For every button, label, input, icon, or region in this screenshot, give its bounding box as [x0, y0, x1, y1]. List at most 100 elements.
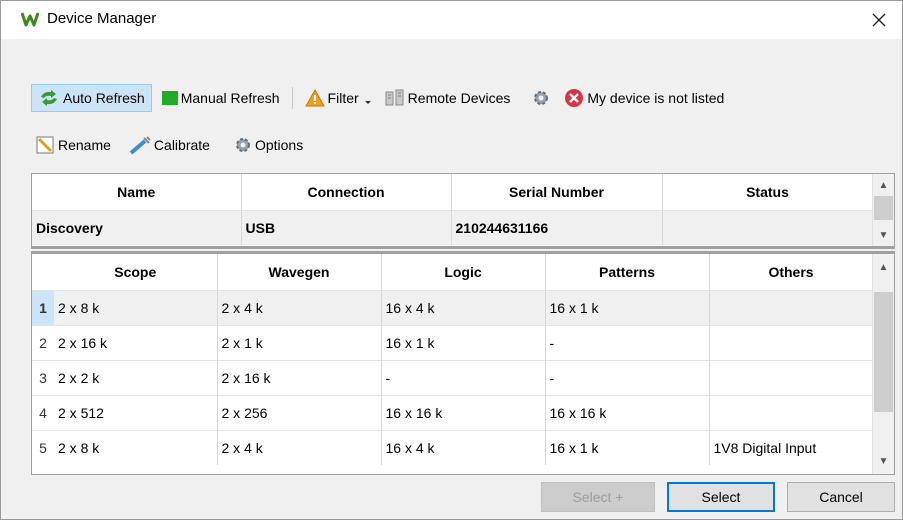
- remote-devices-label: Remote Devices: [407, 90, 511, 106]
- scroll-down-icon[interactable]: ▼: [873, 226, 894, 244]
- waveforms-w-icon: [21, 12, 39, 27]
- scope-cell[interactable]: 2 x 2 k: [54, 359, 218, 395]
- warning-triangle-icon: [304, 89, 325, 107]
- patterns-cell[interactable]: 16 x 1 k: [545, 429, 710, 465]
- refresh-arrows-icon: [41, 90, 57, 106]
- device-not-listed-label: My device is not listed: [587, 90, 725, 106]
- column-header-logic[interactable]: Logic: [381, 254, 546, 290]
- column-header-connection[interactable]: Connection: [241, 174, 452, 210]
- toolbar-separator: [291, 87, 293, 109]
- cancel-button[interactable]: Cancel: [787, 482, 895, 512]
- column-header-others[interactable]: Others: [709, 254, 874, 290]
- patterns-cell[interactable]: -: [545, 359, 710, 395]
- manual-refresh-button[interactable]: Manual Refresh: [158, 84, 284, 112]
- config-table-header: Scope Wavegen Logic Patterns Others: [32, 254, 874, 290]
- logic-cell[interactable]: 16 x 4 k: [381, 289, 546, 325]
- scroll-thumb[interactable]: [874, 196, 893, 220]
- rename-button[interactable]: Rename: [31, 131, 115, 159]
- green-square-icon: [161, 91, 178, 105]
- remote-devices-button[interactable]: Remote Devices: [381, 84, 515, 112]
- column-header-wavegen[interactable]: Wavegen: [217, 254, 382, 290]
- config-table-scrollbar[interactable]: ▲ ▼: [872, 254, 894, 474]
- table-row[interactable]: 5 2 x 8 k 2 x 4 k 16 x 4 k 16 x 1 k 1V8 …: [32, 429, 874, 465]
- table-row[interactable]: 1 2 x 8 k 2 x 4 k 16 x 4 k 16 x 1 k: [32, 289, 874, 325]
- patterns-cell[interactable]: 16 x 1 k: [545, 289, 710, 325]
- row-number-header: [32, 254, 54, 290]
- calibrate-tool-icon: [129, 136, 151, 155]
- scroll-up-icon[interactable]: ▲: [873, 176, 894, 194]
- table-row[interactable]: 3 2 x 2 k 2 x 16 k - -: [32, 359, 874, 395]
- calibrate-button[interactable]: Calibrate: [125, 131, 214, 159]
- others-cell[interactable]: 1V8 Digital Input: [709, 429, 874, 465]
- device-name-cell[interactable]: Discovery: [32, 209, 242, 245]
- table-row[interactable]: 2 2 x 16 k 2 x 1 k 16 x 1 k -: [32, 324, 874, 360]
- logic-cell[interactable]: 16 x 16 k: [381, 394, 546, 430]
- options-gear-icon: [235, 138, 250, 152]
- device-status-cell[interactable]: [662, 209, 874, 245]
- wavegen-cell[interactable]: 2 x 4 k: [217, 429, 382, 465]
- scroll-thumb[interactable]: [874, 292, 893, 412]
- device-connection-cell[interactable]: USB: [241, 209, 452, 245]
- others-cell[interactable]: [709, 394, 874, 430]
- column-header-name[interactable]: Name: [32, 174, 242, 210]
- device-table-scrollbar[interactable]: ▲ ▼: [872, 174, 894, 246]
- patterns-cell[interactable]: -: [545, 324, 710, 360]
- device-not-listed-button[interactable]: My device is not listed: [560, 84, 728, 112]
- column-header-scope[interactable]: Scope: [54, 254, 218, 290]
- device-serial-cell[interactable]: 210244631166: [451, 209, 663, 245]
- scroll-down-icon[interactable]: ▼: [873, 452, 894, 470]
- toolbar-secondary: Rename Calibrate Options: [31, 131, 307, 159]
- column-header-status[interactable]: Status: [662, 174, 874, 210]
- others-cell[interactable]: [709, 289, 874, 325]
- filter-button[interactable]: Filter: [301, 84, 377, 112]
- dropdown-arrow-icon: [364, 101, 371, 104]
- wavegen-cell[interactable]: 2 x 256: [217, 394, 382, 430]
- logic-cell[interactable]: -: [381, 359, 546, 395]
- title-bar: Device Manager: [1, 1, 902, 39]
- scope-cell[interactable]: 2 x 8 k: [54, 289, 218, 325]
- window-title: Device Manager: [47, 10, 157, 27]
- column-header-patterns[interactable]: Patterns: [545, 254, 710, 290]
- others-cell[interactable]: [709, 359, 874, 395]
- row-number: 1: [32, 289, 54, 325]
- scope-cell[interactable]: 2 x 16 k: [54, 324, 218, 360]
- close-button[interactable]: [856, 1, 902, 39]
- select-button[interactable]: Select: [667, 482, 775, 512]
- others-cell[interactable]: [709, 324, 874, 360]
- remote-devices-icon: [385, 89, 404, 106]
- row-number: 3: [32, 359, 54, 395]
- configuration-table: Scope Wavegen Logic Patterns Others 1 2 …: [31, 253, 895, 475]
- auto-refresh-button[interactable]: Auto Refresh: [31, 84, 152, 112]
- row-number: 5: [32, 429, 54, 465]
- toolbar-primary: Auto Refresh Manual Refresh Filter Remot…: [31, 84, 728, 112]
- scroll-up-icon[interactable]: ▲: [873, 258, 894, 276]
- options-button[interactable]: Options: [230, 131, 307, 159]
- device-manager-window: Device Manager Auto Refresh Manual Refre…: [0, 0, 903, 520]
- scope-cell[interactable]: 2 x 512: [54, 394, 218, 430]
- error-icon: [565, 89, 584, 107]
- wavegen-cell[interactable]: 2 x 16 k: [217, 359, 382, 395]
- select-plus-button[interactable]: Select +: [541, 482, 655, 512]
- device-table-header: Name Connection Serial Number Status: [32, 174, 874, 210]
- gear-icon: [534, 91, 549, 105]
- device-list-table: Name Connection Serial Number Status Dis…: [31, 173, 895, 247]
- row-number: 4: [32, 394, 54, 430]
- logic-cell[interactable]: 16 x 4 k: [381, 429, 546, 465]
- manual-refresh-label: Manual Refresh: [180, 90, 280, 106]
- settings-gear-button[interactable]: [528, 84, 554, 112]
- patterns-cell[interactable]: 16 x 16 k: [545, 394, 710, 430]
- auto-refresh-label: Auto Refresh: [63, 90, 145, 106]
- rename-label: Rename: [58, 137, 111, 153]
- logic-cell[interactable]: 16 x 1 k: [381, 324, 546, 360]
- close-icon: [872, 13, 886, 27]
- calibrate-label: Calibrate: [153, 137, 210, 153]
- table-row[interactable]: 4 2 x 512 2 x 256 16 x 16 k 16 x 16 k: [32, 394, 874, 430]
- device-row[interactable]: Discovery USB 210244631166: [32, 209, 874, 245]
- row-number: 2: [32, 324, 54, 360]
- options-label: Options: [254, 137, 304, 153]
- filter-label: Filter: [327, 90, 359, 106]
- wavegen-cell[interactable]: 2 x 1 k: [217, 324, 382, 360]
- column-header-serial-number[interactable]: Serial Number: [451, 174, 663, 210]
- wavegen-cell[interactable]: 2 x 4 k: [217, 289, 382, 325]
- scope-cell[interactable]: 2 x 8 k: [54, 429, 218, 465]
